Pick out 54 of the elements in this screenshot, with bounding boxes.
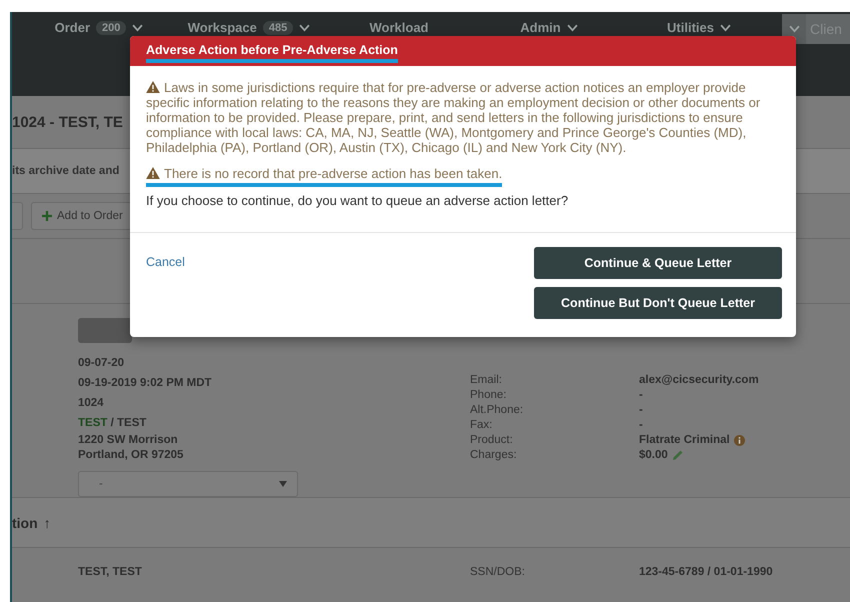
field-value: -	[639, 389, 643, 401]
count-badge: 200	[96, 20, 126, 34]
notice-text: its archive date and	[12, 165, 120, 177]
select-field[interactable]: -	[78, 471, 298, 497]
dialog-title: Adverse Action before Pre-Adverse Action	[146, 42, 398, 62]
nav-menu-item[interactable]: Workspace	[188, 20, 257, 35]
continue-button[interactable]: Continue But Don't Queue Letter	[534, 287, 782, 319]
separator-text: /	[110, 417, 114, 430]
field-label: Fax:	[470, 419, 494, 431]
warning-text: Laws in some jurisdictions require that for pre-adverse or adverse action notices an employer provide specific information relating to the reasons they are making an employment decision or other documents or information to be provided. Please prepare, print, and send letters in the following jurisdictions to ensure compliance with local laws: CA, MA, NJ, Seattle (WA), Montgomery and Prince George's Counties (MD), Philadelphia (PA), Portland (OR), Austin (TX), Chicago (IL) and New York City (NY).	[146, 80, 762, 155]
order-date: 09-07-20	[78, 356, 126, 372]
field-value: $0.00	[639, 449, 668, 461]
nav-menu-item[interactable]: Order	[54, 20, 90, 35]
nav-menu-item[interactable]: Utilities	[667, 20, 714, 35]
field-label: Alt.Phone:	[470, 404, 524, 416]
continue-button[interactable]: Continue & Queue Letter	[534, 247, 782, 279]
field-value: 123-45-6789 / 01-01-1990	[639, 566, 773, 578]
order-date: 09-19-2019 9:02 PM MDT	[78, 376, 213, 392]
count-badge: 485	[262, 20, 294, 34]
sort-arrow[interactable]: ↑	[44, 514, 51, 530]
chevron-down-icon	[566, 24, 578, 32]
field-label: Charges:	[470, 449, 518, 461]
address-line: 1220 SW Morrison	[78, 433, 179, 448]
chevron-down-icon	[720, 24, 731, 32]
email-link[interactable]: alex@cicsecurity.com	[639, 374, 759, 386]
notice-text: There is no record that pre-adverse action has been taken.	[146, 166, 502, 187]
address-line: Portland, OR 97205	[78, 448, 184, 464]
field-value: -	[639, 419, 643, 431]
warning-icon	[146, 167, 160, 179]
subject-name: TEST, TEST	[78, 566, 143, 578]
pencil-icon[interactable]	[672, 449, 684, 461]
page-title: 1024 - TEST, TE	[12, 114, 123, 130]
client-name: TEST	[78, 417, 108, 430]
field-label: Phone:	[470, 389, 508, 401]
caret-down-icon	[279, 481, 287, 488]
question-text: If you choose to continue, do you want to queue an adverse action letter?	[146, 193, 570, 208]
status-button[interactable]	[78, 318, 132, 344]
info-icon	[734, 434, 745, 446]
field-label: Email:	[470, 374, 503, 386]
order-number: 1024	[78, 396, 105, 412]
plus-icon	[42, 211, 52, 221]
chevron-down-icon	[299, 24, 310, 32]
chevron-down-icon	[788, 25, 800, 33]
nav-menu-item[interactable]: Admin	[520, 20, 561, 35]
chevron-down-icon	[132, 24, 144, 32]
field-label: Product:	[470, 434, 514, 446]
client-contact: TEST	[117, 417, 146, 430]
nav-menu-item[interactable]: Workload	[370, 20, 428, 35]
section-title: tion	[12, 514, 38, 530]
field-value: -	[639, 404, 643, 416]
warning-icon	[146, 81, 160, 93]
field-value: Flatrate Criminal	[639, 434, 730, 446]
field-label: SSN/DOB:	[470, 566, 526, 578]
cancel-link[interactable]: Cancel	[146, 255, 185, 269]
